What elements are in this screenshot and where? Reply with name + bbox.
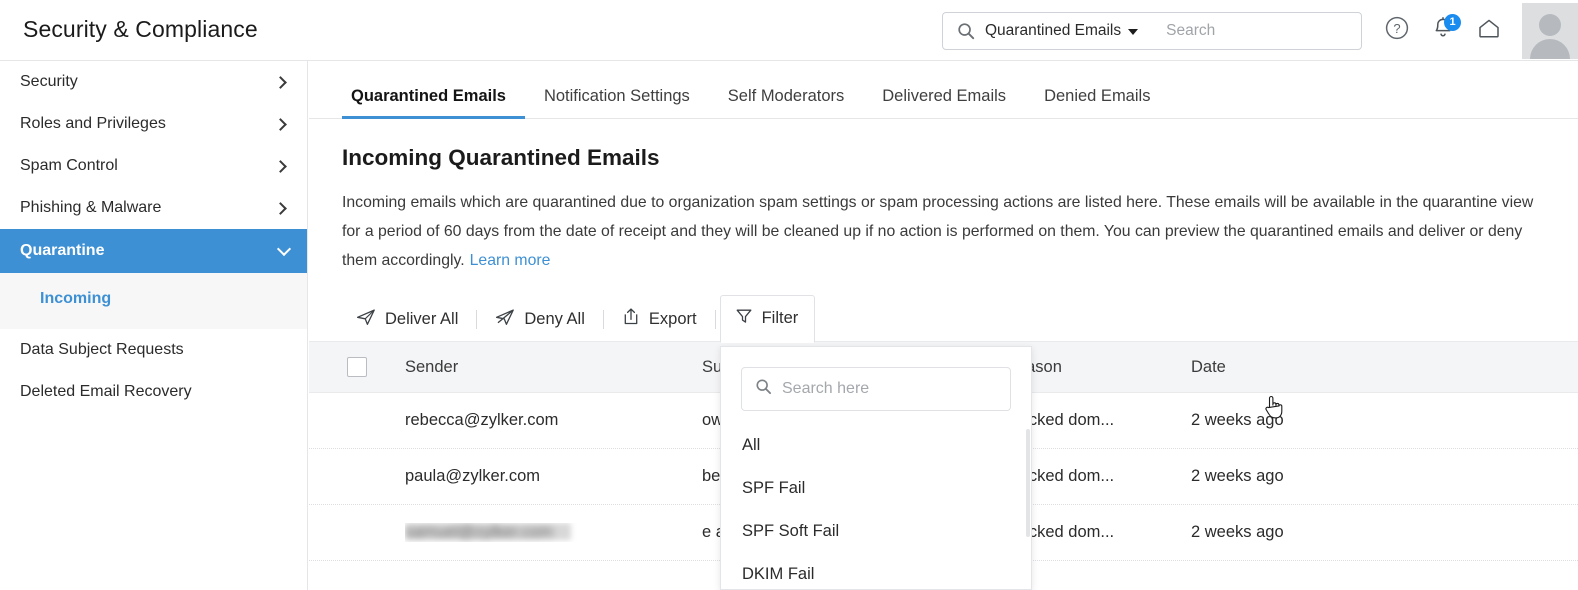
- deliver-all-label: Deliver All: [385, 309, 459, 328]
- chevron-down-icon: [276, 241, 292, 256]
- app-header: Security & Compliance Quarantined Emails…: [0, 0, 1578, 61]
- upload-icon: [622, 307, 640, 331]
- sidebar-item-security[interactable]: Security: [0, 61, 307, 103]
- global-search[interactable]: Quarantined Emails: [942, 11, 1379, 50]
- learn-more-link[interactable]: Learn more: [470, 252, 551, 269]
- paper-plane-slash-icon: [495, 308, 515, 331]
- tab-notification-settings[interactable]: Notification Settings: [525, 87, 709, 118]
- search-icon: [755, 378, 772, 400]
- cell-reason: Blocked dom...: [1005, 411, 1115, 429]
- search-icon: [957, 22, 975, 40]
- filter-label: Filter: [761, 309, 799, 327]
- page-body: Incoming Quarantined Emails Incoming ema…: [309, 119, 1578, 343]
- tab-bar: Quarantined Emails Notification Settings…: [309, 61, 1578, 119]
- chevron-right-icon: [274, 159, 287, 173]
- avatar[interactable]: [1522, 2, 1578, 59]
- deliver-all-button[interactable]: Deliver All: [342, 298, 472, 341]
- filter-option-dkim-fail[interactable]: DKIM Fail: [721, 553, 1031, 590]
- page-description: Incoming emails which are quarantined du…: [342, 188, 1538, 275]
- page-title: Incoming Quarantined Emails: [342, 145, 660, 170]
- avatar-body: [1530, 38, 1570, 59]
- sidebar: Security Roles and Privileges Spam Contr…: [0, 61, 308, 590]
- column-header-sender[interactable]: Sender: [405, 358, 702, 377]
- sidebar-item-deleted-email-recovery[interactable]: Deleted Email Recovery: [0, 371, 307, 413]
- select-all-cell: [309, 357, 405, 377]
- cell-date: 2 weeks ago: [1191, 523, 1284, 541]
- divider: [602, 309, 604, 329]
- sidebar-item-spam-control[interactable]: Spam Control: [0, 145, 307, 187]
- divider: [476, 309, 478, 329]
- sidebar-item-incoming[interactable]: Incoming: [0, 279, 307, 319]
- divider: [714, 309, 716, 329]
- tab-quarantined-emails[interactable]: Quarantined Emails: [342, 87, 525, 119]
- cell-date: 2 weeks ago: [1191, 467, 1284, 485]
- sidebar-item-label: Data Subject Requests: [20, 341, 184, 358]
- sidebar-item-data-subject-requests[interactable]: Data Subject Requests: [0, 329, 307, 371]
- sidebar-item-label: Security: [20, 73, 78, 90]
- sidebar-item-label: Roles and Privileges: [20, 115, 166, 132]
- sidebar-item-label: Phishing & Malware: [20, 199, 162, 216]
- sidebar-subgroup-quarantine: Incoming: [0, 273, 307, 329]
- filter-option-spf-fail[interactable]: SPF Fail: [721, 467, 1031, 510]
- avatar-head: [1539, 13, 1561, 36]
- cell-sender: rebecca@zylker.com: [405, 411, 559, 429]
- filter-dropdown-panel: All SPF Fail SPF Soft Fail DKIM Fail: [720, 346, 1032, 590]
- help-circle-icon: ?: [1384, 15, 1410, 46]
- home-button[interactable]: [1470, 12, 1508, 50]
- cell-sender: paula@zylker.com: [405, 467, 541, 485]
- chevron-right-icon: [274, 75, 287, 89]
- sidebar-item-label: Quarantine: [20, 242, 105, 259]
- notification-badge: 1: [1444, 13, 1461, 31]
- tab-self-moderators[interactable]: Self Moderators: [709, 87, 863, 118]
- filter-search-wrap: [721, 347, 1031, 411]
- sidebar-item-quarantine[interactable]: Quarantine: [0, 229, 307, 273]
- notifications-button[interactable]: 1: [1424, 12, 1462, 50]
- funnel-icon: [735, 307, 753, 330]
- select-all-checkbox[interactable]: [347, 357, 367, 377]
- header-actions: Quarantined Emails ? 1: [942, 0, 1578, 61]
- export-label: Export: [648, 309, 697, 328]
- help-button[interactable]: ?: [1378, 12, 1416, 50]
- chevron-right-icon: [274, 117, 287, 131]
- sidebar-item-label: Deleted Email Recovery: [20, 383, 192, 400]
- home-icon: [1476, 15, 1502, 46]
- filter-button[interactable]: Filter: [719, 295, 816, 343]
- sidebar-item-roles-and-privileges[interactable]: Roles and Privileges: [0, 103, 307, 145]
- chevron-down-icon: [1128, 28, 1139, 35]
- search-scope-label: Quarantined Emails: [985, 21, 1122, 39]
- column-header-reason[interactable]: Reason: [1005, 358, 1191, 377]
- main-content: Quarantined Emails Notification Settings…: [309, 61, 1578, 590]
- table-toolbar: Deliver All Deny All Export Filter: [342, 295, 1545, 343]
- filter-option-list: All SPF Fail SPF Soft Fail DKIM Fail: [721, 424, 1031, 590]
- deny-all-label: Deny All: [524, 309, 585, 328]
- deny-all-button[interactable]: Deny All: [481, 298, 599, 341]
- sidebar-item-phishing-and-malware[interactable]: Phishing & Malware: [0, 187, 307, 229]
- search-scope-dropdown[interactable]: Quarantined Emails: [985, 21, 1139, 40]
- filter-option-spf-soft-fail[interactable]: SPF Soft Fail: [721, 510, 1031, 553]
- search-input[interactable]: [1166, 21, 1379, 40]
- cell-sender-redacted: samuel@zylker.com: [405, 523, 702, 542]
- tab-denied-emails[interactable]: Denied Emails: [1025, 87, 1169, 118]
- app-root: Security & Compliance Quarantined Emails…: [0, 0, 1578, 590]
- sidebar-item-label: Spam Control: [20, 157, 118, 174]
- export-button[interactable]: Export: [608, 297, 711, 341]
- app-title: Security & Compliance: [23, 16, 258, 42]
- column-header-date[interactable]: Date: [1191, 358, 1451, 377]
- cell-reason: Blocked dom...: [1005, 467, 1115, 485]
- filter-panel-scrollbar[interactable]: [1026, 429, 1030, 537]
- sidebar-subitem-label: Incoming: [40, 290, 112, 307]
- cell-date: 2 weeks ago: [1191, 411, 1284, 429]
- cell-sender: samuel@zylker.com: [405, 523, 571, 541]
- filter-search-box[interactable]: [741, 367, 1011, 411]
- cell-reason: Blocked dom...: [1005, 523, 1115, 541]
- paper-plane-icon: [356, 308, 376, 331]
- filter-option-all[interactable]: All: [721, 424, 1031, 467]
- chevron-right-icon: [274, 201, 287, 215]
- filter-search-input[interactable]: [782, 380, 997, 398]
- tab-delivered-emails[interactable]: Delivered Emails: [863, 87, 1025, 118]
- svg-text:?: ?: [1393, 21, 1400, 36]
